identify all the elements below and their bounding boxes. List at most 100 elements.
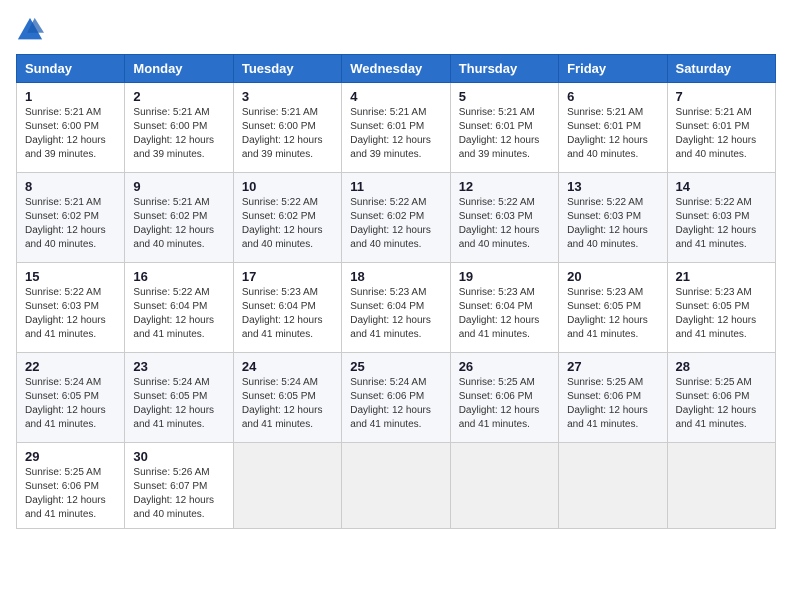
header-thursday: Thursday [450, 55, 558, 83]
calendar-cell: 26 Sunrise: 5:25 AM Sunset: 6:06 PM Dayl… [450, 353, 558, 443]
calendar-week-row: 22 Sunrise: 5:24 AM Sunset: 6:05 PM Dayl… [17, 353, 776, 443]
day-info: Sunrise: 5:22 AM Sunset: 6:02 PM Dayligh… [242, 196, 333, 252]
calendar-cell: 22 Sunrise: 5:24 AM Sunset: 6:05 PM Dayl… [17, 353, 125, 443]
day-number: 27 [567, 359, 658, 374]
calendar-cell [342, 443, 450, 529]
calendar-cell: 12 Sunrise: 5:22 AM Sunset: 6:03 PM Dayl… [450, 173, 558, 263]
day-info: Sunrise: 5:25 AM Sunset: 6:06 PM Dayligh… [459, 376, 550, 432]
day-number: 11 [350, 179, 441, 194]
calendar-cell [667, 443, 775, 529]
day-number: 5 [459, 89, 550, 104]
calendar-cell: 4 Sunrise: 5:21 AM Sunset: 6:01 PM Dayli… [342, 83, 450, 173]
day-number: 13 [567, 179, 658, 194]
calendar-cell: 21 Sunrise: 5:23 AM Sunset: 6:05 PM Dayl… [667, 263, 775, 353]
day-info: Sunrise: 5:22 AM Sunset: 6:03 PM Dayligh… [567, 196, 658, 252]
calendar-cell: 29 Sunrise: 5:25 AM Sunset: 6:06 PM Dayl… [17, 443, 125, 529]
day-info: Sunrise: 5:22 AM Sunset: 6:03 PM Dayligh… [459, 196, 550, 252]
calendar-cell: 13 Sunrise: 5:22 AM Sunset: 6:03 PM Dayl… [559, 173, 667, 263]
calendar-cell: 10 Sunrise: 5:22 AM Sunset: 6:02 PM Dayl… [233, 173, 341, 263]
day-info: Sunrise: 5:23 AM Sunset: 6:04 PM Dayligh… [242, 286, 333, 342]
calendar-cell: 5 Sunrise: 5:21 AM Sunset: 6:01 PM Dayli… [450, 83, 558, 173]
header-sunday: Sunday [17, 55, 125, 83]
day-number: 14 [676, 179, 767, 194]
calendar-cell [233, 443, 341, 529]
day-number: 2 [133, 89, 224, 104]
day-number: 21 [676, 269, 767, 284]
day-info: Sunrise: 5:22 AM Sunset: 6:02 PM Dayligh… [350, 196, 441, 252]
day-number: 30 [133, 449, 224, 464]
header-wednesday: Wednesday [342, 55, 450, 83]
day-number: 3 [242, 89, 333, 104]
calendar-cell: 3 Sunrise: 5:21 AM Sunset: 6:00 PM Dayli… [233, 83, 341, 173]
day-number: 6 [567, 89, 658, 104]
calendar-week-row: 29 Sunrise: 5:25 AM Sunset: 6:06 PM Dayl… [17, 443, 776, 529]
logo [16, 16, 48, 44]
day-number: 16 [133, 269, 224, 284]
calendar-cell: 30 Sunrise: 5:26 AM Sunset: 6:07 PM Dayl… [125, 443, 233, 529]
day-number: 7 [676, 89, 767, 104]
day-info: Sunrise: 5:21 AM Sunset: 6:00 PM Dayligh… [133, 106, 224, 162]
calendar-cell [450, 443, 558, 529]
day-number: 9 [133, 179, 224, 194]
calendar-cell: 17 Sunrise: 5:23 AM Sunset: 6:04 PM Dayl… [233, 263, 341, 353]
calendar-cell: 19 Sunrise: 5:23 AM Sunset: 6:04 PM Dayl… [450, 263, 558, 353]
day-number: 19 [459, 269, 550, 284]
day-info: Sunrise: 5:23 AM Sunset: 6:04 PM Dayligh… [350, 286, 441, 342]
day-number: 10 [242, 179, 333, 194]
day-number: 15 [25, 269, 116, 284]
header-saturday: Saturday [667, 55, 775, 83]
day-number: 17 [242, 269, 333, 284]
day-number: 24 [242, 359, 333, 374]
day-info: Sunrise: 5:25 AM Sunset: 6:06 PM Dayligh… [25, 466, 116, 522]
day-number: 4 [350, 89, 441, 104]
day-info: Sunrise: 5:25 AM Sunset: 6:06 PM Dayligh… [676, 376, 767, 432]
day-info: Sunrise: 5:23 AM Sunset: 6:04 PM Dayligh… [459, 286, 550, 342]
day-number: 23 [133, 359, 224, 374]
calendar-week-row: 15 Sunrise: 5:22 AM Sunset: 6:03 PM Dayl… [17, 263, 776, 353]
day-number: 26 [459, 359, 550, 374]
header-friday: Friday [559, 55, 667, 83]
calendar-cell: 28 Sunrise: 5:25 AM Sunset: 6:06 PM Dayl… [667, 353, 775, 443]
day-number: 1 [25, 89, 116, 104]
day-info: Sunrise: 5:21 AM Sunset: 6:01 PM Dayligh… [350, 106, 441, 162]
day-info: Sunrise: 5:26 AM Sunset: 6:07 PM Dayligh… [133, 466, 224, 522]
calendar-cell: 25 Sunrise: 5:24 AM Sunset: 6:06 PM Dayl… [342, 353, 450, 443]
day-info: Sunrise: 5:21 AM Sunset: 6:02 PM Dayligh… [25, 196, 116, 252]
day-info: Sunrise: 5:21 AM Sunset: 6:00 PM Dayligh… [25, 106, 116, 162]
calendar-cell: 14 Sunrise: 5:22 AM Sunset: 6:03 PM Dayl… [667, 173, 775, 263]
calendar-cell: 9 Sunrise: 5:21 AM Sunset: 6:02 PM Dayli… [125, 173, 233, 263]
page-header [16, 16, 776, 44]
calendar-table: SundayMondayTuesdayWednesdayThursdayFrid… [16, 54, 776, 529]
day-number: 28 [676, 359, 767, 374]
calendar-cell: 16 Sunrise: 5:22 AM Sunset: 6:04 PM Dayl… [125, 263, 233, 353]
calendar-cell: 27 Sunrise: 5:25 AM Sunset: 6:06 PM Dayl… [559, 353, 667, 443]
day-info: Sunrise: 5:24 AM Sunset: 6:05 PM Dayligh… [25, 376, 116, 432]
day-number: 18 [350, 269, 441, 284]
day-info: Sunrise: 5:22 AM Sunset: 6:03 PM Dayligh… [25, 286, 116, 342]
calendar-week-row: 8 Sunrise: 5:21 AM Sunset: 6:02 PM Dayli… [17, 173, 776, 263]
day-info: Sunrise: 5:21 AM Sunset: 6:00 PM Dayligh… [242, 106, 333, 162]
day-info: Sunrise: 5:22 AM Sunset: 6:04 PM Dayligh… [133, 286, 224, 342]
calendar-cell: 7 Sunrise: 5:21 AM Sunset: 6:01 PM Dayli… [667, 83, 775, 173]
calendar-cell: 20 Sunrise: 5:23 AM Sunset: 6:05 PM Dayl… [559, 263, 667, 353]
calendar-cell: 2 Sunrise: 5:21 AM Sunset: 6:00 PM Dayli… [125, 83, 233, 173]
calendar-cell: 15 Sunrise: 5:22 AM Sunset: 6:03 PM Dayl… [17, 263, 125, 353]
day-info: Sunrise: 5:25 AM Sunset: 6:06 PM Dayligh… [567, 376, 658, 432]
calendar-cell: 8 Sunrise: 5:21 AM Sunset: 6:02 PM Dayli… [17, 173, 125, 263]
calendar-cell: 23 Sunrise: 5:24 AM Sunset: 6:05 PM Dayl… [125, 353, 233, 443]
day-info: Sunrise: 5:21 AM Sunset: 6:01 PM Dayligh… [459, 106, 550, 162]
calendar-cell: 1 Sunrise: 5:21 AM Sunset: 6:00 PM Dayli… [17, 83, 125, 173]
logo-icon [16, 16, 44, 44]
calendar-cell: 24 Sunrise: 5:24 AM Sunset: 6:05 PM Dayl… [233, 353, 341, 443]
calendar-header-row: SundayMondayTuesdayWednesdayThursdayFrid… [17, 55, 776, 83]
day-info: Sunrise: 5:24 AM Sunset: 6:06 PM Dayligh… [350, 376, 441, 432]
day-info: Sunrise: 5:22 AM Sunset: 6:03 PM Dayligh… [676, 196, 767, 252]
day-number: 20 [567, 269, 658, 284]
day-number: 8 [25, 179, 116, 194]
header-tuesday: Tuesday [233, 55, 341, 83]
day-info: Sunrise: 5:23 AM Sunset: 6:05 PM Dayligh… [567, 286, 658, 342]
day-info: Sunrise: 5:21 AM Sunset: 6:02 PM Dayligh… [133, 196, 224, 252]
day-number: 12 [459, 179, 550, 194]
calendar-cell: 11 Sunrise: 5:22 AM Sunset: 6:02 PM Dayl… [342, 173, 450, 263]
calendar-cell: 6 Sunrise: 5:21 AM Sunset: 6:01 PM Dayli… [559, 83, 667, 173]
